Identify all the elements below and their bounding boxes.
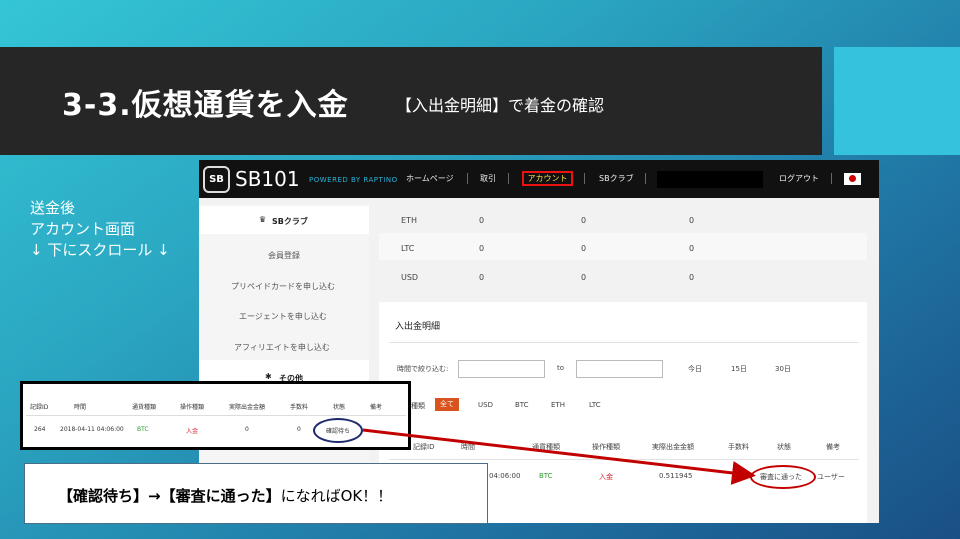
balance-row-ltc bbox=[379, 233, 867, 260]
sidebar-item-agent[interactable]: エージェントを申し込む bbox=[239, 311, 327, 322]
inset-col-header: 操作種類 bbox=[180, 404, 205, 411]
col-header: 手数料 bbox=[728, 443, 749, 451]
balance-currency: ETH bbox=[401, 216, 417, 225]
inset-col-header: 備考 bbox=[370, 404, 383, 411]
logo-text: SB101 bbox=[235, 167, 300, 191]
inset-col-header: 時間 bbox=[74, 404, 87, 411]
inset-row-time: 2018-04-11 04:06:00 bbox=[60, 426, 124, 433]
inset-col-header: 通貨種類 bbox=[132, 404, 157, 411]
nav-trade[interactable]: 取引 bbox=[480, 173, 496, 184]
side-note-line-2: アカウント画面 bbox=[30, 220, 136, 238]
callout-rest: になればOK！！ bbox=[280, 487, 393, 505]
col-header: 操作種類 bbox=[592, 443, 620, 451]
inset-row-id: 264 bbox=[34, 426, 46, 433]
inset-col-header: 状態 bbox=[333, 404, 346, 411]
callout-text: 【確認待ち】→【審査に通った】になればOK！！ bbox=[58, 485, 392, 506]
filter-all-button[interactable]: 全て bbox=[435, 398, 459, 411]
row-time: 04:06:00 bbox=[489, 472, 521, 480]
crown-icon: ♛ bbox=[259, 215, 267, 224]
inset-row-amount: 0 bbox=[245, 426, 249, 433]
balance-value: 0 bbox=[689, 216, 695, 225]
row-op: 入金 bbox=[599, 473, 613, 481]
filter-ltc[interactable]: LTC bbox=[589, 401, 601, 409]
nav-sbclub[interactable]: SBクラブ bbox=[599, 173, 634, 184]
redacted-username bbox=[657, 171, 763, 188]
col-header: 記録ID bbox=[413, 443, 435, 451]
balance-row-eth bbox=[379, 206, 867, 233]
balance-currency: LTC bbox=[401, 244, 415, 253]
nav-account[interactable]: アカウント bbox=[522, 171, 573, 186]
col-header: 実際出金金額 bbox=[652, 443, 694, 451]
nav-separator bbox=[831, 173, 832, 184]
sidebar-item-affiliate[interactable]: アフィリエイトを申し込む bbox=[234, 342, 330, 353]
to-label: to bbox=[557, 364, 565, 372]
inset-status-circle bbox=[313, 418, 363, 443]
balance-value: 0 bbox=[581, 216, 587, 225]
divider bbox=[26, 415, 406, 416]
balance-currency: USD bbox=[401, 273, 419, 282]
time-filter-label: 時間で絞り込む: bbox=[397, 365, 449, 373]
date-to-input[interactable] bbox=[576, 360, 663, 378]
row-note: ユーザー bbox=[817, 473, 845, 481]
row-amount: 0.511945 bbox=[659, 472, 693, 480]
col-header: 通貨種類 bbox=[532, 443, 560, 451]
col-header: 備考 bbox=[826, 443, 840, 451]
side-note-line-1: 送金後 bbox=[30, 199, 76, 217]
inset-col-header: 記録ID bbox=[30, 404, 49, 411]
divider bbox=[389, 342, 859, 343]
logo-tagline: POWERED BY RAPTINO bbox=[309, 176, 398, 184]
nav-separator bbox=[508, 173, 509, 184]
nav-separator bbox=[645, 173, 646, 184]
col-header: 時間 bbox=[461, 443, 475, 451]
nav-separator bbox=[584, 173, 585, 184]
filter-btc[interactable]: BTC bbox=[515, 401, 529, 409]
balance-value: 0 bbox=[689, 273, 695, 282]
balance-value: 0 bbox=[581, 273, 587, 282]
slide-subtitle: 【入出金明細】で着金の確認 bbox=[396, 96, 605, 115]
inset-row-currency: BTC bbox=[137, 426, 149, 433]
status-highlight-circle bbox=[750, 465, 816, 489]
inset-row-fee: 0 bbox=[297, 426, 301, 433]
type-filter-label: 種類 bbox=[411, 402, 425, 410]
quick-15d[interactable]: 15日 bbox=[731, 364, 747, 374]
row-currency: BTC bbox=[539, 472, 553, 480]
col-header: 状態 bbox=[777, 443, 791, 451]
callout-bold: 【確認待ち】→【審査に通った】 bbox=[58, 487, 281, 505]
balance-value: 0 bbox=[581, 244, 587, 253]
balance-value: 0 bbox=[479, 273, 485, 282]
balance-row-usd bbox=[379, 260, 867, 287]
divider bbox=[389, 459, 859, 460]
slide-title: 3-3.仮想通貨を入金 bbox=[62, 88, 349, 123]
sidebar-header-label: SBクラブ bbox=[272, 217, 308, 226]
inset-row-op: 入金 bbox=[186, 428, 199, 435]
nav-logout[interactable]: ログアウト bbox=[779, 173, 819, 184]
logo-icon: SB bbox=[203, 166, 230, 193]
balance-value: 0 bbox=[689, 244, 695, 253]
quick-30d[interactable]: 30日 bbox=[775, 364, 791, 374]
nav-separator bbox=[467, 173, 468, 184]
gear-icon: ✱ bbox=[265, 372, 272, 381]
flag-sun-dot bbox=[849, 175, 856, 182]
quick-today[interactable]: 今日 bbox=[688, 364, 702, 374]
accent-square bbox=[834, 47, 960, 155]
inset-col-header: 実際出金金額 bbox=[229, 404, 266, 411]
filter-usd[interactable]: USD bbox=[478, 401, 493, 409]
filter-eth[interactable]: ETH bbox=[551, 401, 565, 409]
nav-home[interactable]: ホームページ bbox=[406, 173, 454, 184]
date-from-input[interactable] bbox=[458, 360, 545, 378]
inset-col-header: 手数料 bbox=[290, 404, 309, 411]
balance-value: 0 bbox=[479, 216, 485, 225]
balance-value: 0 bbox=[479, 244, 485, 253]
sidebar-item-register[interactable]: 会員登録 bbox=[268, 250, 300, 261]
side-note-line-3: ↓ 下にスクロール ↓ bbox=[30, 241, 170, 259]
history-title: 入出金明細 bbox=[395, 322, 441, 332]
sidebar-item-prepaid[interactable]: プリペイドカードを申し込む bbox=[231, 281, 335, 292]
